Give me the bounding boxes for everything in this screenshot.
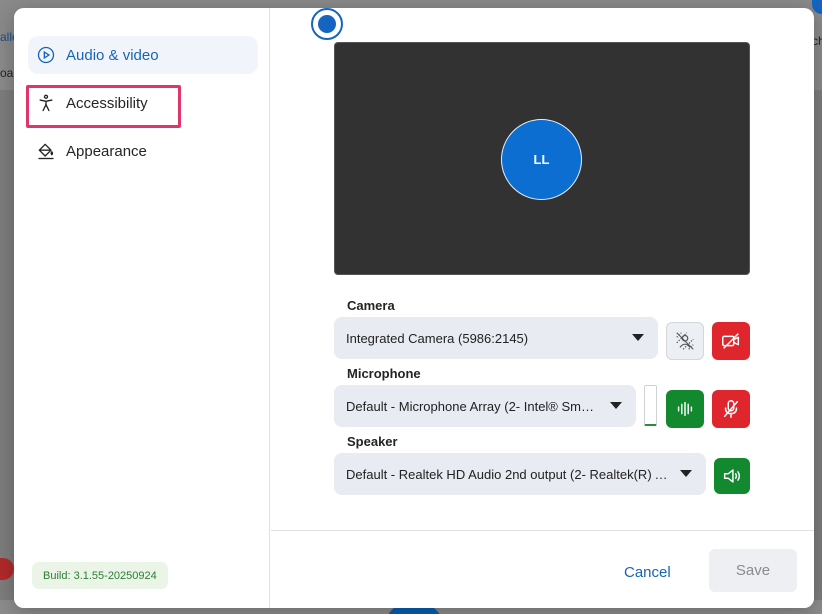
play-circle-icon bbox=[37, 46, 55, 64]
sidebar-item-appearance[interactable]: Appearance bbox=[28, 132, 258, 170]
camera-select[interactable]: Integrated Camera (5986:2145) bbox=[334, 317, 658, 359]
background-blur-icon bbox=[676, 332, 694, 350]
dialog-footer: Cancel Save bbox=[271, 530, 814, 608]
audio-wave-icon bbox=[677, 401, 693, 417]
accessibility-person-icon bbox=[39, 94, 53, 112]
microphone-select[interactable]: Default - Microphone Array (2- Intel® Sm… bbox=[334, 385, 636, 427]
sidebar-item-label: Appearance bbox=[66, 142, 147, 160]
video-preview: LL bbox=[334, 42, 750, 275]
sidebar-item-accessibility[interactable]: Accessibility bbox=[28, 84, 258, 122]
background-effects-button[interactable] bbox=[666, 322, 704, 360]
camera-off-icon bbox=[722, 333, 740, 349]
cancel-button[interactable]: Cancel bbox=[614, 557, 681, 587]
chevron-down-icon bbox=[632, 334, 644, 341]
speaker-select[interactable]: Default - Realtek HD Audio 2nd output (2… bbox=[334, 453, 706, 495]
audio-video-panel: LL Camera Integrated Camera (5986:2145) … bbox=[271, 8, 814, 608]
save-button[interactable]: Save bbox=[709, 549, 797, 592]
settings-dialog: Audio & video Accessibility Appearance B… bbox=[14, 8, 814, 608]
mic-mute-button[interactable] bbox=[712, 390, 750, 428]
sidebar-item-label: Accessibility bbox=[66, 94, 148, 112]
paint-bucket-icon bbox=[38, 143, 54, 160]
camera-label: Camera bbox=[347, 298, 395, 313]
mic-level-meter bbox=[644, 385, 657, 426]
build-badge: Build: 3.1.55-20250924 bbox=[32, 562, 168, 589]
microphone-label: Microphone bbox=[347, 366, 421, 381]
speaker-icon bbox=[723, 469, 741, 483]
chevron-down-icon bbox=[680, 470, 692, 477]
background-tab: alle bbox=[0, 30, 14, 44]
speaker-test-button[interactable] bbox=[714, 458, 750, 494]
settings-sidebar: Audio & video Accessibility Appearance B… bbox=[14, 8, 270, 608]
microphone-select-value: Default - Microphone Array (2- Intel® Sm… bbox=[346, 398, 600, 414]
sidebar-item-label: Audio & video bbox=[66, 46, 159, 64]
avatar: LL bbox=[501, 119, 582, 200]
speaker-label: Speaker bbox=[347, 434, 398, 449]
camera-off-button[interactable] bbox=[712, 322, 750, 360]
background-mute-indicator bbox=[0, 558, 14, 580]
radio-button[interactable] bbox=[311, 8, 343, 40]
mic-test-button[interactable] bbox=[666, 390, 704, 428]
speaker-select-value: Default - Realtek HD Audio 2nd output (2… bbox=[346, 466, 670, 482]
chevron-down-icon bbox=[610, 402, 622, 409]
camera-select-value: Integrated Camera (5986:2145) bbox=[346, 330, 529, 346]
sidebar-item-audio-video[interactable]: Audio & video bbox=[28, 36, 258, 74]
background-tab: oa bbox=[0, 66, 14, 80]
mic-off-icon bbox=[723, 400, 739, 418]
